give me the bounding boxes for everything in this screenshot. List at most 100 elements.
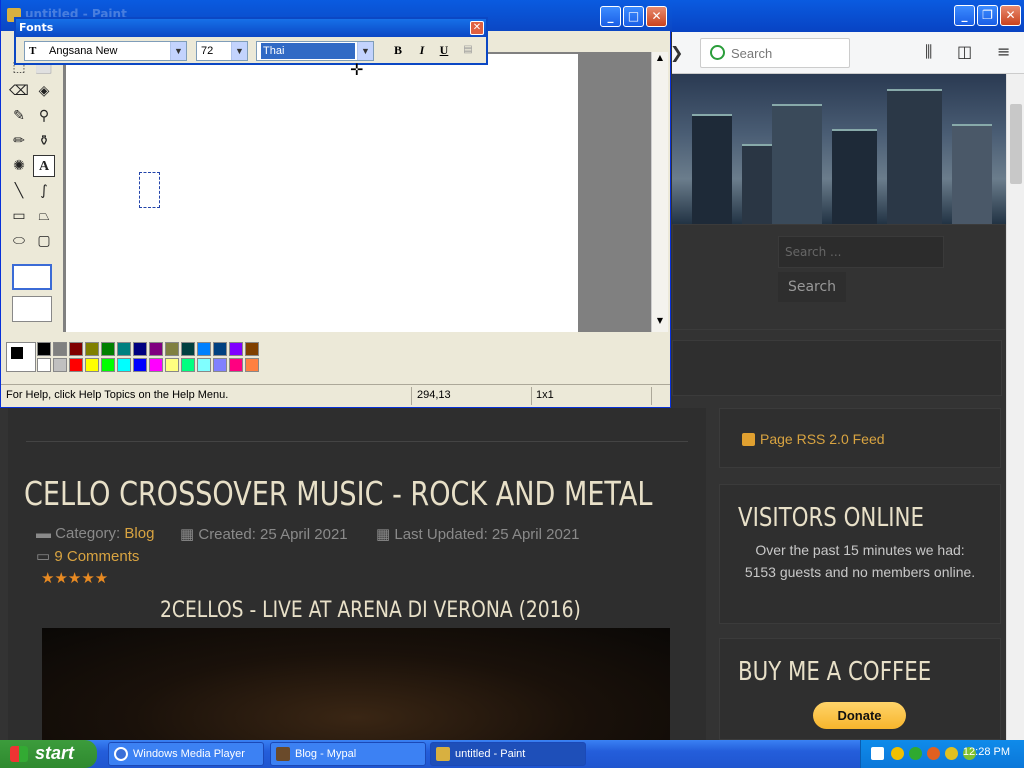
text-tool-icon[interactable]: A xyxy=(33,155,55,177)
palette-swatch[interactable] xyxy=(165,358,179,372)
brush-icon[interactable]: ⚱ xyxy=(33,130,55,152)
scrollbar-thumb[interactable] xyxy=(1010,104,1022,184)
browser-scrollbar[interactable] xyxy=(1006,74,1024,740)
palette-swatch[interactable] xyxy=(245,342,259,356)
pencil-icon[interactable]: ✏ xyxy=(8,130,30,152)
video-player[interactable] xyxy=(42,628,670,740)
palette-swatch[interactable] xyxy=(213,358,227,372)
ellipse-icon[interactable]: ⬭ xyxy=(8,230,30,252)
font-name-select[interactable]: T Angsana New ▼ xyxy=(24,41,187,61)
italic-button[interactable]: I xyxy=(412,41,432,59)
rss-link[interactable]: Page RSS 2.0 Feed xyxy=(760,431,885,447)
fonts-titlebar[interactable]: Fonts ✕ xyxy=(16,19,486,37)
close-button[interactable]: ✕ xyxy=(1000,5,1021,26)
palette-swatch[interactable] xyxy=(53,342,67,356)
network-icon[interactable] xyxy=(909,747,922,760)
palette-swatch[interactable] xyxy=(69,358,83,372)
palette-swatch[interactable] xyxy=(213,342,227,356)
comments-link[interactable]: 9 Comments xyxy=(54,548,139,565)
sidebar-search-button[interactable]: Search xyxy=(778,272,846,302)
article-title[interactable]: CELLO CROSSOVER MUSIC - ROCK AND METAL xyxy=(24,474,652,513)
palette-swatch[interactable] xyxy=(197,342,211,356)
chevron-down-icon[interactable]: ▼ xyxy=(357,42,373,60)
fill-icon[interactable]: ◈ xyxy=(33,80,55,102)
palette-swatch[interactable] xyxy=(117,358,131,372)
shield-icon[interactable] xyxy=(891,747,904,760)
pick-color-icon[interactable]: ✎ xyxy=(8,105,30,127)
paint-app-icon xyxy=(436,747,450,761)
palette-swatch[interactable] xyxy=(245,358,259,372)
chevron-down-icon[interactable]: ▼ xyxy=(231,42,247,60)
start-label: start xyxy=(35,743,75,763)
visitors-panel: VISITORS ONLINE Over the past 15 minutes… xyxy=(719,484,1001,624)
palette-swatch[interactable] xyxy=(133,342,147,356)
palette-swatch[interactable] xyxy=(181,358,195,372)
update-icon[interactable] xyxy=(945,747,958,760)
text-insertion-box[interactable] xyxy=(139,172,160,208)
polygon-icon[interactable]: ⏢ xyxy=(33,205,55,227)
magnifier-icon[interactable]: ⚲ xyxy=(33,105,55,127)
font-size-select[interactable]: 72 ▼ xyxy=(196,41,248,61)
task-windows-media-player[interactable]: Windows Media Player xyxy=(108,742,264,766)
palette-swatch[interactable] xyxy=(133,358,147,372)
keyboard-icon[interactable] xyxy=(871,747,884,760)
current-colors[interactable] xyxy=(6,342,36,372)
curve-icon[interactable]: ∫ xyxy=(33,180,55,202)
menu-icon[interactable]: ≡ xyxy=(997,42,1010,61)
vertical-text-icon[interactable]: ▤ xyxy=(458,41,478,59)
palette-swatch[interactable] xyxy=(69,342,83,356)
vertical-scrollbar[interactable]: ▲ ▼ xyxy=(651,52,668,332)
close-icon[interactable]: ✕ xyxy=(470,21,484,35)
foreground-color[interactable] xyxy=(10,346,24,360)
chevron-right-icon[interactable]: ❯ xyxy=(670,43,683,62)
library-icon[interactable]: ⫼ xyxy=(925,42,932,62)
close-button[interactable]: ✕ xyxy=(646,6,667,27)
palette-swatch[interactable] xyxy=(101,342,115,356)
browser-search-input[interactable]: Search xyxy=(700,38,850,68)
palette-swatch[interactable] xyxy=(181,342,195,356)
task-paint[interactable]: untitled - Paint xyxy=(430,742,586,766)
palette-swatch[interactable] xyxy=(149,342,163,356)
rounded-rect-icon[interactable]: ▢ xyxy=(33,230,55,252)
palette-swatch[interactable] xyxy=(37,358,51,372)
category-link[interactable]: Blog xyxy=(124,525,154,542)
minimize-button[interactable]: _ xyxy=(600,6,621,27)
rating-stars[interactable]: ★★★★★ xyxy=(41,569,108,587)
sidebar-icon[interactable]: ◫ xyxy=(957,42,972,61)
palette-swatch[interactable] xyxy=(197,358,211,372)
palette-swatch[interactable] xyxy=(37,342,51,356)
palette-swatch[interactable] xyxy=(101,358,115,372)
palette-swatch[interactable] xyxy=(85,358,99,372)
donate-button[interactable]: Donate xyxy=(813,702,906,729)
palette-swatch[interactable] xyxy=(117,342,131,356)
script-select[interactable]: Thai ▼ xyxy=(256,41,374,61)
text-transparent-option[interactable] xyxy=(12,296,52,322)
palette-swatch[interactable] xyxy=(229,358,243,372)
palette-swatch[interactable] xyxy=(53,358,67,372)
rectangle-icon[interactable]: ▭ xyxy=(8,205,30,227)
palette-swatch[interactable] xyxy=(149,358,163,372)
scroll-up-icon[interactable]: ▲ xyxy=(653,53,667,67)
chevron-down-icon[interactable]: ▼ xyxy=(170,42,186,60)
status-coords: 294,13 xyxy=(417,389,451,401)
bold-button[interactable]: B xyxy=(388,41,408,59)
text-opaque-option[interactable] xyxy=(12,264,52,290)
eraser-icon[interactable]: ⌫ xyxy=(8,80,30,102)
minimize-button[interactable]: _ xyxy=(954,5,975,26)
maximize-button[interactable]: □ xyxy=(623,6,644,27)
task-mypal[interactable]: Blog - Mypal xyxy=(270,742,426,766)
line-icon[interactable]: ╲ xyxy=(8,180,30,202)
clock[interactable]: 12:28 PM xyxy=(963,746,1010,758)
underline-button[interactable]: U xyxy=(434,41,454,59)
scroll-down-icon[interactable]: ▼ xyxy=(653,316,667,330)
palette-swatch[interactable] xyxy=(229,342,243,356)
mypal-icon xyxy=(276,747,290,761)
category-label: Category: xyxy=(55,525,121,542)
restore-button[interactable]: ❐ xyxy=(977,5,998,26)
sidebar-search-input[interactable]: Search ... xyxy=(778,236,944,268)
antivirus-icon[interactable] xyxy=(927,747,940,760)
palette-swatch[interactable] xyxy=(165,342,179,356)
airbrush-icon[interactable]: ✺ xyxy=(8,155,30,177)
palette-swatch[interactable] xyxy=(85,342,99,356)
start-button[interactable]: start xyxy=(0,740,97,768)
